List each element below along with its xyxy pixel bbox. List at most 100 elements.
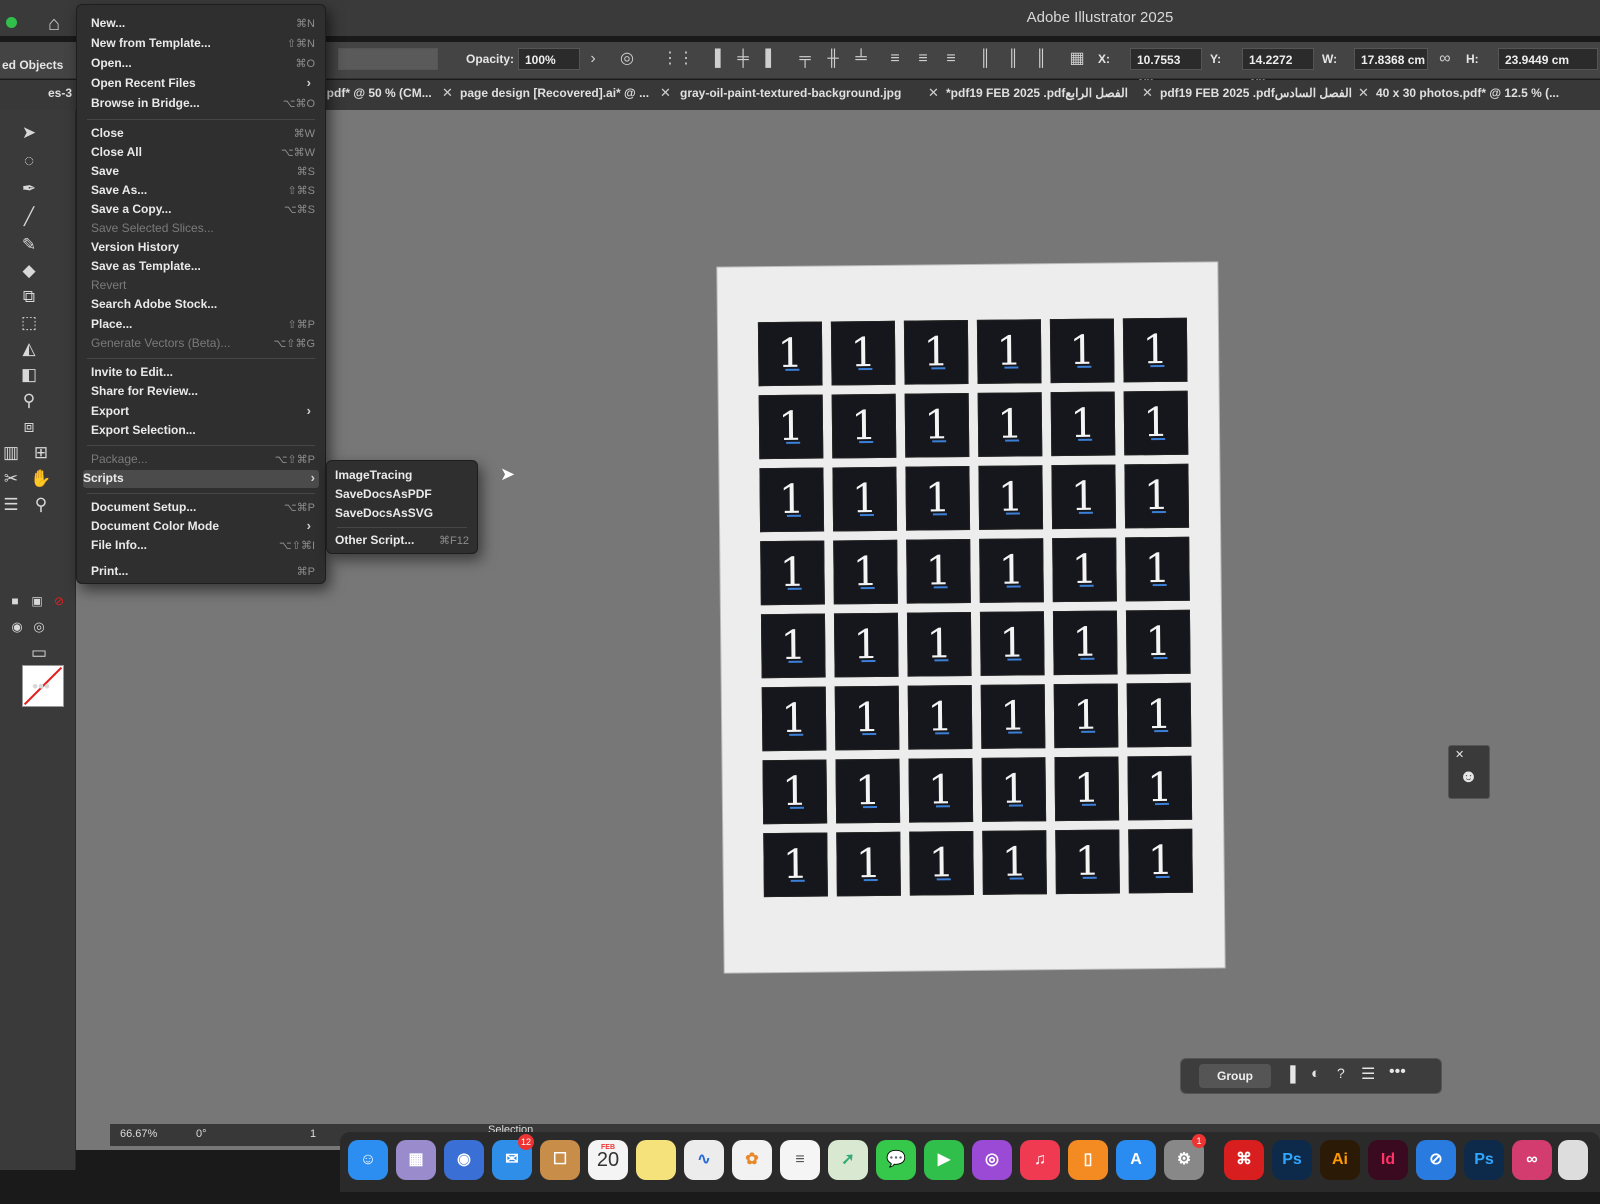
grid-cell[interactable]: 1 [1053, 683, 1119, 749]
safari-siri-icon[interactable]: ◉ [444, 1140, 484, 1180]
photoshop-beta-icon[interactable]: Ps [1464, 1140, 1504, 1180]
grid-cell[interactable]: 1 [757, 321, 823, 387]
eyedropper-tool-icon[interactable]: ⚲ [18, 390, 40, 412]
menu-item-invite-to-edit[interactable]: Invite to Edit... [91, 364, 315, 382]
menu-item-scripts[interactable]: Scripts › [83, 470, 319, 488]
menu-item-search-adobe-stock[interactable]: Search Adobe Stock... [91, 296, 315, 314]
grid-cell[interactable]: 1 [762, 759, 828, 825]
selection-tool-icon[interactable]: ➤ [18, 122, 40, 144]
launchpad-icon[interactable]: ▦ [396, 1140, 436, 1180]
grid-cell[interactable]: 1 [908, 757, 974, 823]
h-field[interactable]: 23.9449 cm [1498, 48, 1598, 70]
w-field[interactable]: 17.8368 cm [1354, 48, 1428, 70]
close-icon[interactable]: ✕ [660, 85, 671, 101]
tab-document-6[interactable]: 40 x 30 photos.pdf* @ 12.5 % (... [1376, 86, 1559, 100]
menu-item-print[interactable]: Print... ⌘P [91, 563, 315, 581]
grid-cell[interactable]: 1 [763, 832, 828, 898]
grid-cell[interactable]: 1 [1052, 537, 1117, 603]
perspective-tool-icon[interactable]: ◭ [18, 338, 40, 360]
grid-cell[interactable]: 1 [759, 467, 825, 533]
dock-item-partial[interactable] [1558, 1140, 1588, 1180]
grid-cell[interactable]: 1 [1055, 829, 1120, 895]
align-middle-icon[interactable]: ╫ [824, 50, 842, 68]
menu-item-save[interactable]: Save ⌘S [91, 163, 315, 181]
draw-mode-icon[interactable]: ◉ [6, 616, 28, 638]
grid-cell[interactable]: 1 [909, 830, 974, 896]
zoom-tool-icon[interactable]: ⚲ [30, 494, 52, 516]
grid-cell[interactable]: 1 [906, 539, 971, 604]
distribute-left-icon[interactable]: ║ [976, 50, 994, 68]
grid-cell[interactable]: 1 [760, 613, 826, 679]
finder-icon[interactable]: ☺ [348, 1140, 388, 1180]
paintbrush-tool-icon[interactable]: ✎ [18, 234, 40, 256]
style-swatch[interactable] [338, 48, 438, 70]
close-icon[interactable]: ✕ [442, 85, 453, 101]
distribute-right-icon[interactable]: ║ [1032, 50, 1050, 68]
grid-cell[interactable]: 1 [981, 757, 1047, 822]
close-icon[interactable]: ✕ [1455, 748, 1464, 761]
align-right-icon[interactable]: ▌ [762, 50, 780, 68]
menu-item-export-selection[interactable]: Export Selection... [91, 422, 315, 440]
app-store-icon[interactable]: A [1116, 1140, 1156, 1180]
menu-item-save-as[interactable]: Save As... ⇧⌘S [91, 182, 315, 200]
books-icon[interactable]: ▯ [1068, 1140, 1108, 1180]
rotation-value[interactable]: 0° [196, 1128, 207, 1140]
illustrator-icon[interactable]: Ai [1320, 1140, 1360, 1180]
grid-cell[interactable]: 1 [758, 394, 824, 460]
grid-cell[interactable]: 1 [835, 758, 901, 824]
zoom-level[interactable]: 66.67% [120, 1128, 157, 1140]
calendar-icon[interactable]: FEB 20 [588, 1140, 628, 1180]
artboard[interactable]: 1111111111111111111111111111111111111111… [717, 262, 1225, 973]
group-button[interactable]: Group [1199, 1064, 1271, 1088]
reminders-icon[interactable]: ≡ [780, 1140, 820, 1180]
artboard-tool-icon[interactable]: ⊞ [30, 442, 52, 464]
gradient-mode-icon[interactable]: ▣ [26, 590, 48, 612]
grid-cell[interactable]: 1 [1125, 536, 1190, 602]
menu-item-save-copy[interactable]: Save a Copy... ⌥⌘S [91, 201, 315, 219]
grid-cell[interactable]: 1 [979, 538, 1044, 603]
grid-cell[interactable]: 1 [978, 465, 1044, 530]
palette-icon[interactable]: ☻ [1459, 766, 1478, 787]
align-left-icon[interactable]: ▐ [706, 50, 724, 68]
screen-mode-icon[interactable]: ▭ [28, 642, 50, 664]
grid-cell[interactable]: 1 [833, 612, 899, 678]
freeform-icon[interactable]: ∿ [684, 1140, 724, 1180]
menu-item-file-info[interactable]: File Info... ⌥⇧⌘I [91, 537, 315, 555]
menu-item-version-history[interactable]: Version History [91, 239, 315, 257]
align-grid-icon[interactable]: ⋮⋮ [662, 50, 694, 68]
close-icon[interactable]: ✕ [928, 85, 939, 101]
tab-document-4[interactable]: *pdf19 FEB 2025 .pdfالفصل الرابع [946, 86, 1128, 100]
grid-cell[interactable]: 1 [907, 684, 973, 750]
grid-cell[interactable]: 1 [832, 466, 898, 532]
menu-item-open[interactable]: Open... ⌘O [91, 55, 315, 73]
grid-cell[interactable]: 1 [903, 320, 969, 385]
opacity-field[interactable]: 100% [518, 48, 580, 70]
eraser-tool-icon[interactable]: ◆ [18, 260, 40, 282]
menu-item-save-as-template[interactable]: Save as Template... [91, 258, 315, 276]
lasso-tool-icon[interactable]: ◌ [18, 150, 40, 172]
contacts-icon[interactable]: ☐ [540, 1140, 580, 1180]
grid-cell[interactable]: 1 [976, 319, 1042, 384]
grid-cell[interactable]: 1 [760, 540, 825, 606]
close-icon[interactable]: ✕ [1358, 85, 1369, 101]
tab-document-5[interactable]: pdf19 FEB 2025 .pdfالفصل السادس [1160, 86, 1352, 100]
photoshop-icon[interactable]: Ps [1272, 1140, 1312, 1180]
gradient-tool-icon[interactable]: ◧ [18, 364, 40, 386]
grid-cell[interactable]: 1 [1050, 391, 1116, 457]
grid-cell[interactable]: 1 [904, 393, 970, 458]
grid-cell[interactable]: 1 [1124, 463, 1190, 529]
scale-tool-icon[interactable]: ⧉ [18, 286, 40, 308]
notes-icon[interactable] [636, 1140, 676, 1180]
none-mode-icon[interactable]: ⊘ [48, 590, 70, 612]
layers-icon[interactable]: ☰ [0, 494, 22, 516]
menu-item-document-color-mode[interactable]: Document Color Mode › [91, 518, 315, 536]
safari-icon[interactable]: ⊘ [1416, 1140, 1456, 1180]
knife-tool-icon[interactable]: ✂ [0, 468, 22, 490]
chevron-right-icon[interactable]: › [584, 50, 602, 68]
menu-item-new[interactable]: New... ⌘N [91, 15, 315, 33]
creative-cloud-icon[interactable]: ∞ [1512, 1140, 1552, 1180]
menu-item-close[interactable]: Close ⌘W [91, 125, 315, 143]
grid-cell[interactable]: 1 [979, 611, 1045, 676]
menu-item-save-docs-as-pdf[interactable]: SaveDocsAsPDF [335, 486, 469, 504]
grid-cell[interactable]: 1 [1126, 682, 1192, 748]
